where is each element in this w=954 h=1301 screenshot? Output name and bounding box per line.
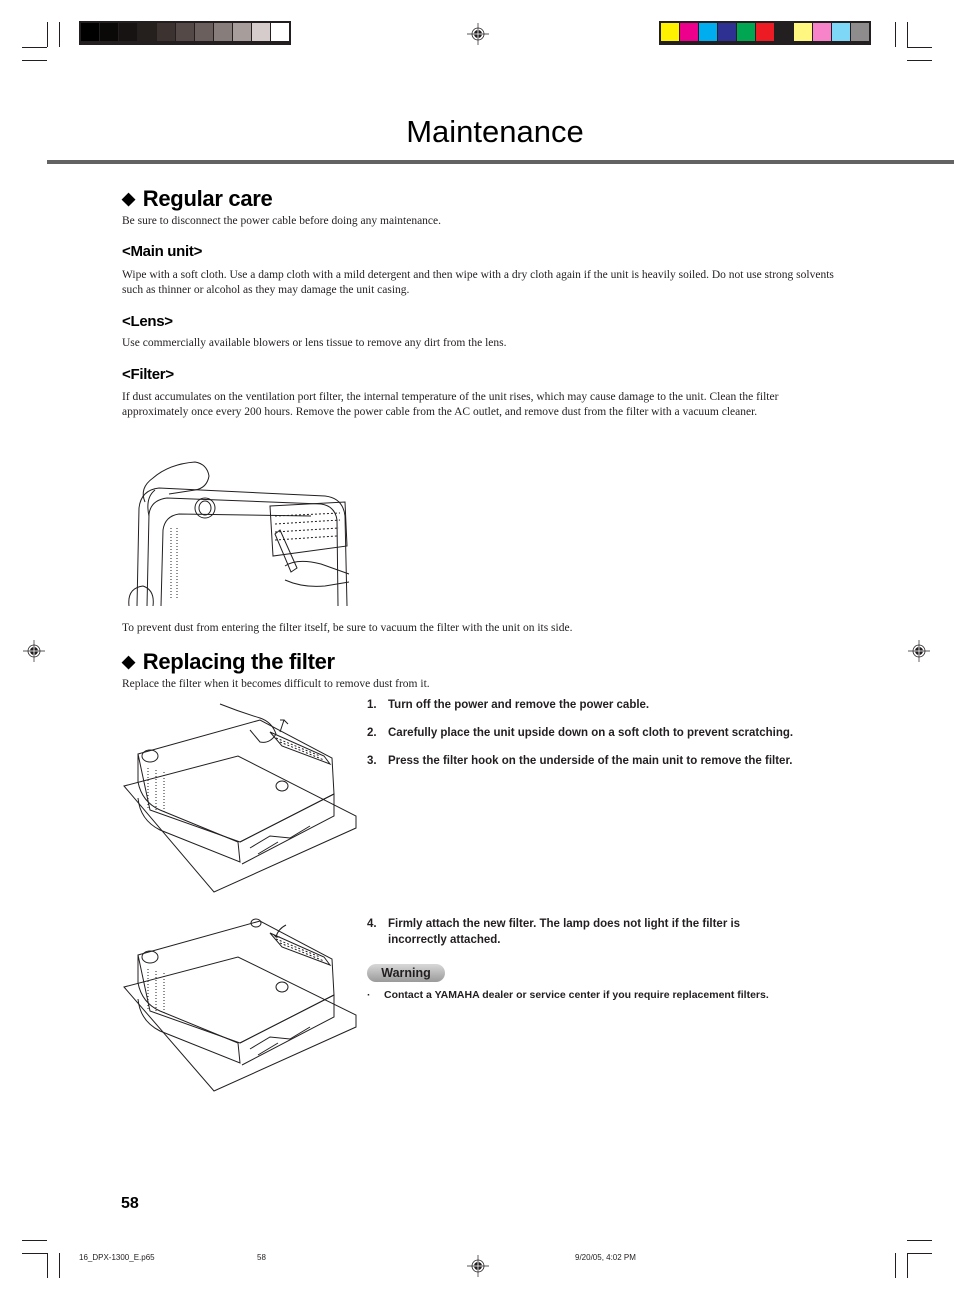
bullet-icon: · — [367, 989, 371, 1001]
main-unit-text: Wipe with a soft cloth. Use a damp cloth… — [122, 269, 834, 296]
step-3: 3. Press the filter hook on the undersid… — [367, 753, 792, 769]
filter-text: If dust accumulates on the ventilation p… — [122, 391, 779, 418]
process-color-swatch — [718, 23, 736, 41]
grayscale-color-bar — [79, 21, 291, 45]
section-heading-replacing-filter: ◆ Replacing the filter — [122, 649, 335, 675]
slug-filename: 16_DPX-1300_E.p65 — [79, 1253, 155, 1262]
step-number: 4. — [367, 918, 377, 930]
registration-mark-bottom — [467, 1255, 489, 1277]
crop-mark-top-left-v — [47, 22, 48, 47]
warning-item-text: Contact a YAMAHA dealer or service cente… — [384, 989, 769, 1001]
vacuum-note: To prevent dust from entering the filter… — [122, 622, 573, 634]
registration-mark-right — [908, 640, 930, 662]
registration-mark-left — [23, 640, 45, 662]
step-number: 2. — [367, 727, 377, 739]
subheading-filter: <Filter> — [122, 366, 174, 383]
process-color-swatch — [737, 23, 755, 41]
process-color-bar — [659, 21, 871, 45]
page-title: Maintenance — [406, 114, 584, 149]
crop-mark-top-right-h2 — [907, 60, 932, 61]
section-heading-text: Regular care — [142, 186, 273, 211]
process-color-swatch — [794, 23, 812, 41]
replacing-filter-intro: Replace the filter when it becomes diffi… — [122, 678, 430, 690]
grayscale-swatch — [138, 23, 156, 41]
section-heading-text: Replacing the filter — [142, 649, 335, 674]
process-color-swatch — [699, 23, 717, 41]
grayscale-swatch — [119, 23, 137, 41]
crop-mark-top-right-v — [895, 22, 896, 47]
lens-text: Use commercially available blowers or le… — [122, 337, 507, 349]
process-color-swatch — [756, 23, 774, 41]
subheading-lens: <Lens> — [122, 313, 173, 330]
crop-mark-top-right-h — [907, 47, 932, 48]
grayscale-swatch — [100, 23, 118, 41]
grayscale-swatch — [252, 23, 270, 41]
crop-mark-bottom-left-v — [47, 1253, 48, 1278]
step-2: 2. Carefully place the unit upside down … — [367, 725, 793, 741]
subheading-main-unit: <Main unit> — [122, 243, 203, 260]
step-1: 1. Turn off the power and remove the pow… — [367, 697, 649, 713]
slug-page: 58 — [257, 1253, 266, 1262]
crop-mark-top-right-v2 — [907, 22, 908, 47]
process-color-swatch — [661, 23, 679, 41]
crop-mark-bottom-right-h — [907, 1240, 932, 1241]
crop-mark-top-left-h — [22, 47, 47, 48]
process-color-swatch — [832, 23, 850, 41]
step-text: Turn off the power and remove the power … — [388, 699, 650, 711]
step-text: Firmly attach the new filter. The lamp d… — [388, 918, 741, 946]
crop-mark-bottom-right-h2 — [907, 1253, 932, 1254]
warning-item: · Contact a YAMAHA dealer or service cen… — [367, 989, 769, 1001]
grayscale-swatch — [81, 23, 99, 41]
process-color-swatch — [680, 23, 698, 41]
grayscale-swatch — [176, 23, 194, 41]
step-text: Carefully place the unit upside down on … — [388, 727, 794, 739]
slug-datetime: 9/20/05, 4:02 PM — [575, 1253, 636, 1262]
step-4: 4. Firmly attach the new filter. The lam… — [367, 916, 797, 948]
diamond-bullet-icon: ◆ — [122, 189, 135, 208]
grayscale-swatch — [271, 23, 289, 41]
grayscale-swatch — [195, 23, 213, 41]
attach-filter-illustration — [123, 918, 357, 1092]
crop-mark-bottom-left-v2 — [59, 1253, 60, 1278]
step-number: 1. — [367, 699, 377, 711]
grayscale-swatch — [214, 23, 232, 41]
crop-mark-bottom-right-v — [895, 1253, 896, 1278]
grayscale-swatch — [233, 23, 251, 41]
remove-filter-illustration — [123, 703, 357, 893]
crop-mark-bottom-left-h2 — [22, 1253, 47, 1254]
title-rule — [47, 160, 954, 164]
registration-mark-top — [467, 23, 489, 45]
step-number: 3. — [367, 755, 377, 767]
step-text: Press the filter hook on the underside o… — [388, 755, 793, 767]
crop-mark-bottom-left-h — [22, 1240, 47, 1241]
crop-mark-top-left-v2 — [59, 22, 60, 47]
page-number: 58 — [121, 1195, 139, 1212]
process-color-swatch — [775, 23, 793, 41]
grayscale-swatch — [157, 23, 175, 41]
process-color-swatch — [813, 23, 831, 41]
crop-mark-top-left-h2 — [22, 60, 47, 61]
crop-mark-bottom-right-v2 — [907, 1253, 908, 1278]
process-color-swatch — [851, 23, 869, 41]
vacuum-filter-illustration — [128, 461, 350, 607]
regular-care-intro: Be sure to disconnect the power cable be… — [122, 215, 442, 227]
warning-badge: Warning — [367, 964, 445, 982]
section-heading-regular-care: ◆ Regular care — [122, 186, 273, 212]
diamond-bullet-icon: ◆ — [122, 652, 135, 671]
